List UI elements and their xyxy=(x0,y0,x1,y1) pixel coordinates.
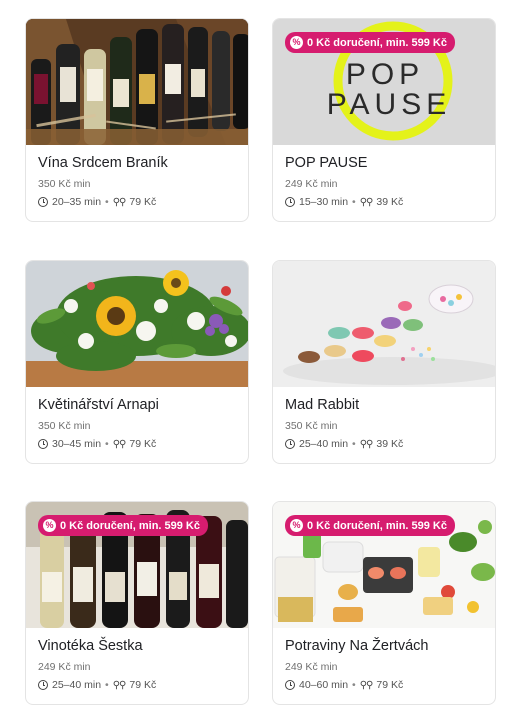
delivery-time: 20–35 min xyxy=(52,196,102,208)
delivery-fee: 39 Kč xyxy=(376,438,404,450)
separator: • xyxy=(105,196,109,208)
delivery-info: 30–45 min • ⚲⚲ 79 Kč xyxy=(38,437,240,451)
delivery-fee: 79 Kč xyxy=(376,679,404,691)
restaurant-name: POP PAUSE xyxy=(285,155,368,171)
clock-icon xyxy=(38,439,48,449)
percent-icon: % xyxy=(290,519,303,532)
delivery-time: 40–60 min xyxy=(299,679,349,691)
restaurant-card[interactable]: POP PAUSE % 0 Kč doručení, min. 599 Kč P… xyxy=(272,18,496,222)
clock-icon xyxy=(285,439,295,449)
minimum-order: 249 Kč min xyxy=(285,178,338,190)
bike-icon: ⚲⚲ xyxy=(359,679,374,691)
restaurant-card[interactable]: Květinářství Arnapi 350 Kč min 30–45 min… xyxy=(25,260,249,464)
restaurant-image xyxy=(26,19,248,145)
bike-icon: ⚲⚲ xyxy=(359,196,374,208)
badge-label: 0 Kč doručení, min. 599 Kč xyxy=(307,519,447,532)
logo-text-pop: POP xyxy=(346,58,424,91)
logo-text-pause: PAUSE xyxy=(327,88,451,121)
badge-label: 0 Kč doručení, min. 599 Kč xyxy=(307,36,447,49)
restaurant-image: % 0 Kč doručení, min. 599 Kč xyxy=(273,502,495,628)
free-delivery-badge: % 0 Kč doručení, min. 599 Kč xyxy=(38,515,208,536)
minimum-order: 249 Kč min xyxy=(38,661,91,673)
delivery-time: 25–40 min xyxy=(299,438,349,450)
restaurant-image: % 0 Kč doručení, min. 599 Kč xyxy=(26,502,248,628)
restaurant-name: Potraviny Na Žertvách xyxy=(285,638,429,654)
restaurant-card[interactable]: Mad Rabbit 350 Kč min 25–40 min • ⚲⚲ 39 … xyxy=(272,260,496,464)
clock-icon xyxy=(285,197,295,207)
delivery-time: 30–45 min xyxy=(52,438,102,450)
bike-icon: ⚲⚲ xyxy=(112,438,127,450)
restaurant-name: Vinotéka Šestka xyxy=(38,638,143,654)
clock-icon xyxy=(285,680,295,690)
separator: • xyxy=(352,196,356,208)
restaurant-name: Květinářství Arnapi xyxy=(38,397,159,413)
badge-label: 0 Kč doručení, min. 599 Kč xyxy=(60,519,200,532)
percent-icon: % xyxy=(290,36,303,49)
clock-icon xyxy=(38,197,48,207)
delivery-fee: 79 Kč xyxy=(129,679,157,691)
restaurant-card[interactable]: Vína Srdcem Braník 350 Kč min 20–35 min … xyxy=(25,18,249,222)
minimum-order: 249 Kč min xyxy=(285,661,338,673)
delivery-info: 25–40 min • ⚲⚲ 79 Kč xyxy=(38,678,240,692)
bike-icon: ⚲⚲ xyxy=(112,196,127,208)
separator: • xyxy=(352,679,356,691)
restaurant-name: Vína Srdcem Braník xyxy=(38,155,168,171)
restaurant-image: POP PAUSE % 0 Kč doručení, min. 599 Kč xyxy=(273,19,495,145)
delivery-fee: 79 Kč xyxy=(129,196,157,208)
percent-icon: % xyxy=(43,519,56,532)
delivery-info: 20–35 min • ⚲⚲ 79 Kč xyxy=(38,195,240,209)
restaurant-name: Mad Rabbit xyxy=(285,397,360,413)
clock-icon xyxy=(38,680,48,690)
restaurant-image xyxy=(26,261,248,387)
free-delivery-badge: % 0 Kč doručení, min. 599 Kč xyxy=(285,32,455,53)
delivery-fee: 39 Kč xyxy=(376,196,404,208)
restaurant-card[interactable]: % 0 Kč doručení, min. 599 Kč Vinotéka Še… xyxy=(25,501,249,705)
separator: • xyxy=(352,438,356,450)
delivery-info: 25–40 min • ⚲⚲ 39 Kč xyxy=(285,437,487,451)
delivery-info: 15–30 min • ⚲⚲ 39 Kč xyxy=(285,195,487,209)
delivery-info: 40–60 min • ⚲⚲ 79 Kč xyxy=(285,678,487,692)
delivery-time: 25–40 min xyxy=(52,679,102,691)
delivery-fee: 79 Kč xyxy=(129,438,157,450)
bike-icon: ⚲⚲ xyxy=(359,438,374,450)
minimum-order: 350 Kč min xyxy=(38,420,91,432)
restaurant-card[interactable]: % 0 Kč doručení, min. 599 Kč Potraviny N… xyxy=(272,501,496,705)
minimum-order: 350 Kč min xyxy=(285,420,338,432)
restaurant-image xyxy=(273,261,495,387)
delivery-time: 15–30 min xyxy=(299,196,349,208)
minimum-order: 350 Kč min xyxy=(38,178,91,190)
separator: • xyxy=(105,438,109,450)
bike-icon: ⚲⚲ xyxy=(112,679,127,691)
free-delivery-badge: % 0 Kč doručení, min. 599 Kč xyxy=(285,515,455,536)
separator: • xyxy=(105,679,109,691)
